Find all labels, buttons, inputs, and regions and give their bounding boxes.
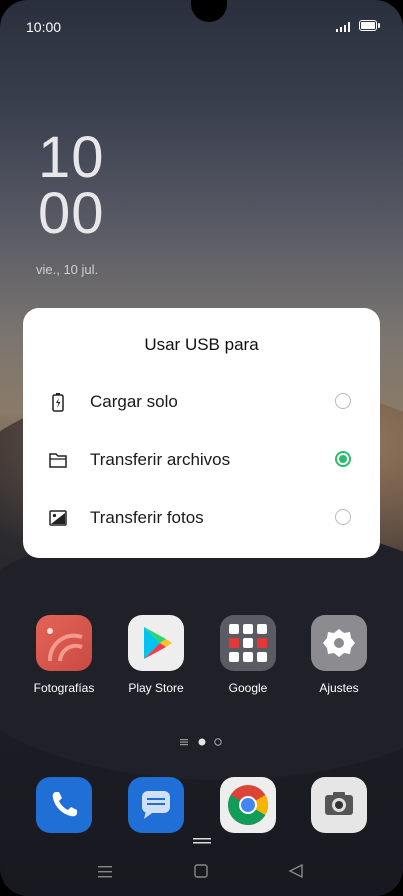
messages-icon[interactable] [128, 777, 184, 833]
app-label: Fotografías [33, 681, 95, 695]
status-time: 10:00 [26, 19, 62, 35]
option-cargar-solo[interactable]: Cargar solo [23, 373, 380, 431]
battery-charging-icon [52, 393, 64, 412]
app-photos[interactable]: Fotografías [24, 615, 104, 695]
app-folder-google[interactable]: Google [208, 615, 288, 695]
phone-icon[interactable] [36, 777, 92, 833]
option-label: Transferir archivos [90, 450, 231, 469]
app-label: Ajustes [319, 681, 359, 695]
lock-clock: 10 00 [38, 125, 105, 246]
recents-icon [98, 866, 112, 878]
lock-date: vie., 10 jul. [36, 262, 99, 277]
app-label: Play Store [128, 681, 184, 695]
app-settings[interactable]: Ajustes [299, 615, 379, 695]
navigation-bar [98, 863, 303, 879]
chrome-icon[interactable] [220, 777, 276, 833]
option-label: Cargar solo [90, 392, 178, 411]
option-transferir-archivos[interactable]: Transferir archivos [23, 431, 380, 489]
gesture-handle[interactable] [193, 838, 211, 844]
radio-cargar-solo[interactable] [335, 393, 351, 409]
dialog-title: Usar USB para [144, 335, 259, 354]
status-bar: 10:00 [0, 0, 403, 52]
app-drawer-icon [180, 739, 188, 746]
settings-icon [311, 615, 367, 671]
option-label: Transferir fotos [90, 508, 204, 527]
image-icon [49, 510, 67, 526]
signal-icon [336, 22, 350, 32]
app-label: Google [228, 681, 268, 695]
camera-icon[interactable] [311, 777, 367, 833]
page-indicator [180, 738, 222, 746]
option-transferir-fotos[interactable]: Transferir fotos [23, 489, 380, 547]
radio-transferir-fotos[interactable] [335, 509, 351, 525]
play-store-icon [128, 615, 184, 671]
radio-transferir-archivos[interactable] [335, 451, 351, 467]
back-icon [288, 863, 303, 879]
phone-screen: 10:00 10 00 vie., 10 jul. Fotografías Pl… [0, 0, 403, 896]
usb-dialog: Usar USB para Cargar solo Transferir arc… [23, 308, 380, 558]
battery-icon [359, 20, 380, 31]
clock-minutes: 00 [38, 181, 105, 246]
photos-icon [36, 615, 92, 671]
home-icon [194, 864, 208, 878]
clock-hours: 10 [38, 125, 105, 190]
app-play-store[interactable]: Play Store [116, 615, 196, 695]
folder-icon [49, 453, 67, 468]
google-folder-icon [220, 615, 276, 671]
